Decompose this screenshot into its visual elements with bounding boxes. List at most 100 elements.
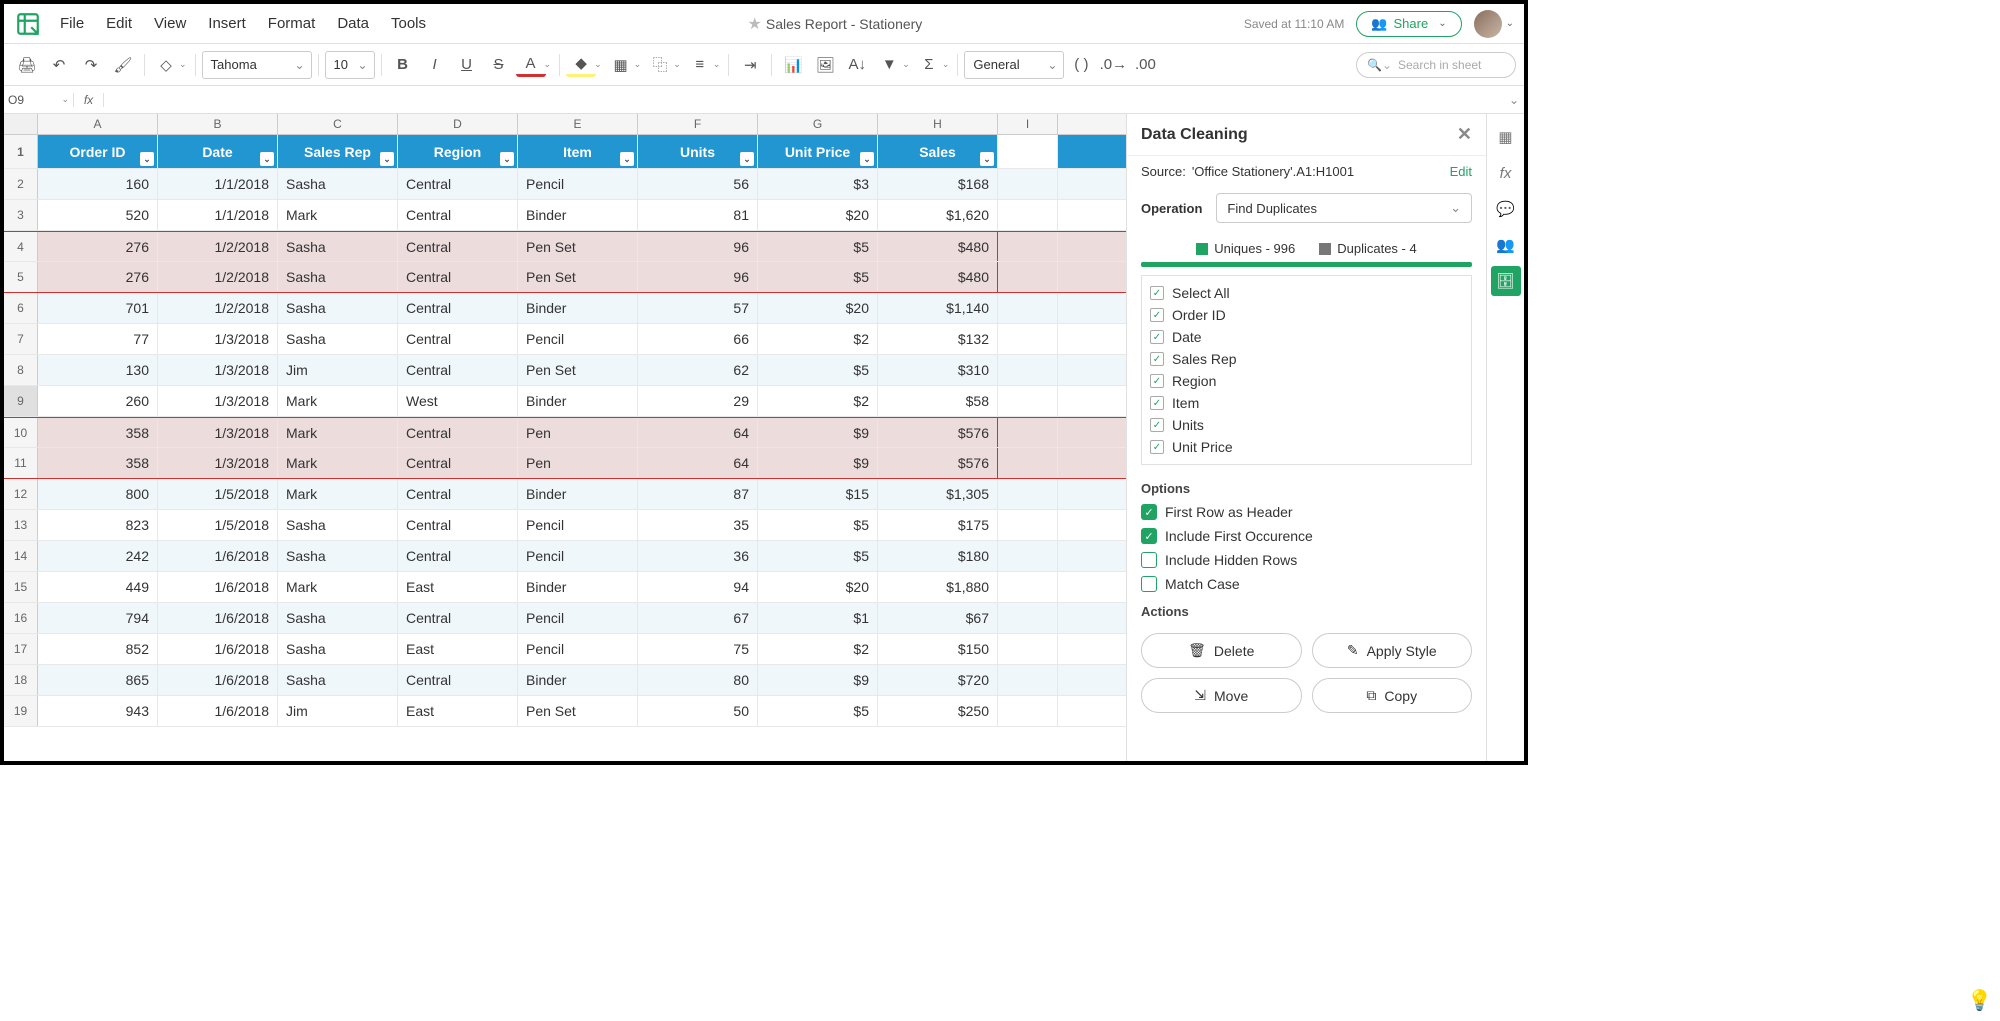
- cell[interactable]: Mark: [278, 572, 398, 602]
- cell[interactable]: $2: [758, 324, 878, 354]
- row-header[interactable]: 13: [4, 510, 38, 540]
- rail-collab-icon[interactable]: 👥: [1491, 230, 1521, 260]
- cell[interactable]: $480: [878, 262, 998, 292]
- cell[interactable]: 823: [38, 510, 158, 540]
- cell[interactable]: $58: [878, 386, 998, 416]
- borders-button[interactable]: ▦: [606, 50, 636, 80]
- cell[interactable]: $20: [758, 572, 878, 602]
- cell[interactable]: $9: [758, 665, 878, 695]
- table-header-cell[interactable]: Date⌄: [158, 135, 278, 168]
- cell[interactable]: $9: [758, 418, 878, 447]
- cell[interactable]: $250: [878, 696, 998, 726]
- row-header[interactable]: 12: [4, 479, 38, 509]
- cell[interactable]: $9: [758, 448, 878, 478]
- filter-dropdown-icon[interactable]: ⌄: [860, 152, 874, 166]
- cell-reference[interactable]: O9⌄: [4, 93, 74, 107]
- cell[interactable]: $2: [758, 634, 878, 664]
- cell[interactable]: 260: [38, 386, 158, 416]
- cell[interactable]: $1,140: [878, 293, 998, 323]
- row-header[interactable]: 5: [4, 262, 38, 292]
- table-header-cell[interactable]: Sales⌄: [878, 135, 998, 168]
- format-painter-icon[interactable]: 🖌: [108, 50, 138, 80]
- row-header[interactable]: 7: [4, 324, 38, 354]
- option-item[interactable]: Include Hidden Rows: [1141, 548, 1472, 572]
- cell[interactable]: $1,305: [878, 479, 998, 509]
- cell[interactable]: 75: [638, 634, 758, 664]
- cell[interactable]: $310: [878, 355, 998, 385]
- cell[interactable]: Mark: [278, 418, 398, 447]
- cell[interactable]: Pen Set: [518, 232, 638, 261]
- italic-button[interactable]: I: [420, 50, 450, 80]
- filter-dropdown-icon[interactable]: ⌄: [380, 152, 394, 166]
- cell[interactable]: 865: [38, 665, 158, 695]
- cell[interactable]: Sasha: [278, 262, 398, 292]
- table-header-cell[interactable]: Unit Price⌄: [758, 135, 878, 168]
- table-header-cell[interactable]: Units⌄: [638, 135, 758, 168]
- cell[interactable]: Central: [398, 293, 518, 323]
- cell[interactable]: $150: [878, 634, 998, 664]
- row-header[interactable]: 1: [4, 135, 38, 168]
- cell[interactable]: 1/3/2018: [158, 386, 278, 416]
- cell[interactable]: Pencil: [518, 510, 638, 540]
- parentheses-icon[interactable]: ( ): [1066, 50, 1096, 80]
- cell[interactable]: $180: [878, 541, 998, 571]
- cell[interactable]: $3: [758, 169, 878, 199]
- cell[interactable]: 1/1/2018: [158, 169, 278, 199]
- action-move[interactable]: ⇲Move: [1141, 678, 1302, 713]
- cell[interactable]: Jim: [278, 696, 398, 726]
- text-color-button[interactable]: A: [516, 53, 546, 77]
- cell[interactable]: Central: [398, 324, 518, 354]
- row-header[interactable]: 14: [4, 541, 38, 571]
- cell[interactable]: Central: [398, 169, 518, 199]
- row-header[interactable]: 10: [4, 418, 38, 447]
- column-header[interactable]: E: [518, 114, 638, 134]
- cell[interactable]: Central: [398, 603, 518, 633]
- undo-icon[interactable]: ↶: [44, 50, 74, 80]
- column-header[interactable]: G: [758, 114, 878, 134]
- cell[interactable]: $1,880: [878, 572, 998, 602]
- filter-dropdown-icon[interactable]: ⌄: [980, 152, 994, 166]
- cell[interactable]: 96: [638, 232, 758, 261]
- font-size-select[interactable]: 10: [325, 51, 375, 79]
- cell[interactable]: Pen Set: [518, 696, 638, 726]
- cell[interactable]: $576: [878, 448, 998, 478]
- cell[interactable]: 96: [638, 262, 758, 292]
- cell[interactable]: 64: [638, 418, 758, 447]
- cell[interactable]: 1/6/2018: [158, 665, 278, 695]
- filter-dropdown-icon[interactable]: ⌄: [140, 152, 154, 166]
- search-input[interactable]: 🔍⌄ Search in sheet: [1356, 52, 1516, 78]
- column-checkbox-item[interactable]: Item: [1148, 392, 1465, 414]
- rail-fx-icon[interactable]: fx: [1491, 158, 1521, 188]
- cell[interactable]: $1,620: [878, 200, 998, 230]
- row-header[interactable]: 15: [4, 572, 38, 602]
- column-header[interactable]: B: [158, 114, 278, 134]
- row-header[interactable]: 3: [4, 200, 38, 230]
- cell[interactable]: $480: [878, 232, 998, 261]
- row-header[interactable]: 16: [4, 603, 38, 633]
- action-copy[interactable]: ⧉Copy: [1312, 678, 1473, 713]
- app-logo[interactable]: [14, 10, 42, 38]
- operation-select[interactable]: Find Duplicates⌄: [1216, 193, 1472, 223]
- cell[interactable]: 1/3/2018: [158, 324, 278, 354]
- cell[interactable]: $15: [758, 479, 878, 509]
- column-checkbox-item[interactable]: Unit Price: [1148, 436, 1465, 458]
- menu-data[interactable]: Data: [337, 15, 369, 32]
- share-button[interactable]: 👥 Share ⌄: [1356, 11, 1461, 37]
- cell[interactable]: Sasha: [278, 541, 398, 571]
- cell[interactable]: 1/5/2018: [158, 479, 278, 509]
- cell[interactable]: 358: [38, 448, 158, 478]
- cell[interactable]: 36: [638, 541, 758, 571]
- cell[interactable]: Pencil: [518, 169, 638, 199]
- close-icon[interactable]: ✕: [1457, 124, 1472, 145]
- filter-icon[interactable]: ▼: [874, 50, 904, 80]
- cell[interactable]: 67: [638, 603, 758, 633]
- cell[interactable]: $5: [758, 232, 878, 261]
- cell[interactable]: $720: [878, 665, 998, 695]
- cell[interactable]: 50: [638, 696, 758, 726]
- cell[interactable]: $5: [758, 510, 878, 540]
- image-icon[interactable]: 🖼: [810, 50, 840, 80]
- cell[interactable]: 1/2/2018: [158, 293, 278, 323]
- cell[interactable]: 130: [38, 355, 158, 385]
- cell[interactable]: Sasha: [278, 232, 398, 261]
- filter-dropdown-icon[interactable]: ⌄: [500, 152, 514, 166]
